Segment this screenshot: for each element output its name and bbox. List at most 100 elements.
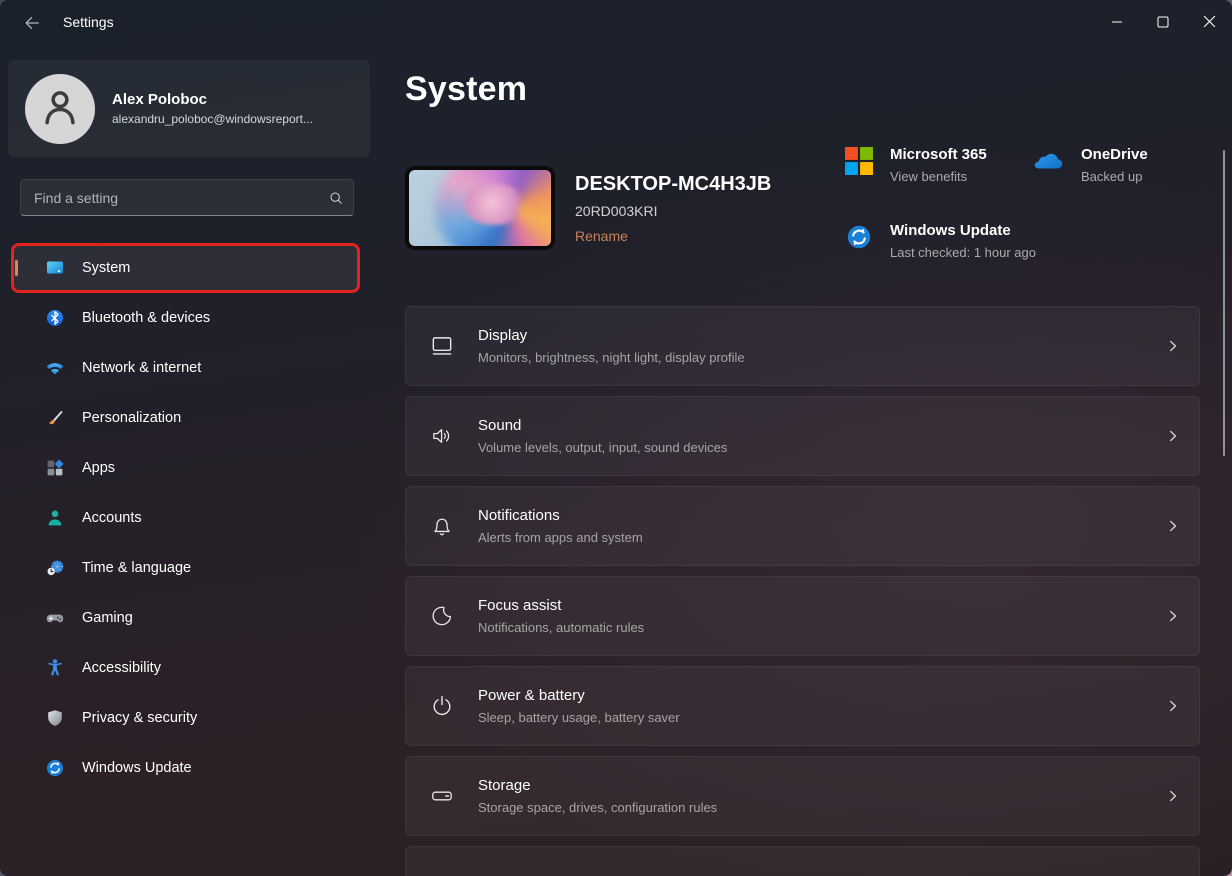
settings-row-title: Notifications [478,507,1140,524]
settings-row-subtitle: Sleep, battery usage, battery saver [478,710,1140,725]
status-card-onedrive[interactable]: OneDrive Backed up [1030,146,1148,184]
chevron-right-icon [1163,336,1183,356]
system-icon [45,258,65,278]
close-button[interactable] [1186,0,1232,48]
sidebar-item-apps[interactable]: Apps [14,446,357,490]
settings-row-title: Display [478,327,1140,344]
sidebar-item-label: Gaming [82,610,133,626]
sidebar-item-personalization[interactable]: Personalization [14,396,357,440]
sidebar-nav: System Bluetooth & devices Network & inter… [14,246,357,796]
settings-row-notifications[interactable]: Notifications Alerts from apps and system [405,486,1200,566]
device-wallpaper-thumbnail [405,166,555,250]
display-icon [429,333,455,359]
settings-row-text: StorageStorage space, drives, configurat… [478,777,1140,815]
focus-assist-icon [429,603,455,629]
settings-row-power-battery[interactable]: Power & batterySleep, battery usage, bat… [405,666,1200,746]
back-arrow-icon [22,13,42,38]
settings-row-text: SoundVolume levels, output, input, sound… [478,417,1140,455]
sidebar-item-label: Personalization [82,410,181,426]
personalization-icon [45,408,65,428]
power-icon [429,693,455,719]
settings-row-text: Notifications Alerts from apps and system [478,507,1140,545]
settings-row-focus-assist[interactable]: Focus assist Notifications, automatic rul… [405,576,1200,656]
status-text: Microsoft 365View benefits [890,146,987,184]
sidebar-item-label: Network & internet [82,360,201,376]
sound-icon [429,423,455,449]
settings-row-nearby-sharing[interactable]: Nearby sharing [405,846,1200,876]
profile-name: Alex Poloboc [112,91,313,110]
search-box [20,179,354,216]
privacy-security-icon [45,708,65,728]
sidebar-item-label: Time & language [82,560,191,576]
settings-row-text: Focus assist Notifications, automatic rul… [478,597,1140,635]
app-title: Settings [63,14,114,30]
sidebar-item-label: Privacy & security [82,710,197,726]
back-button[interactable] [14,10,50,40]
chevron-right-icon [1163,696,1183,716]
accounts-icon [45,508,65,528]
time-language-icon [45,558,65,578]
sidebar-item-privacy-security[interactable]: Privacy & security [14,696,357,740]
sidebar-item-system[interactable]: System [14,246,357,290]
gaming-icon [45,608,65,628]
device-name: DESKTOP-MC4H3JB [575,173,771,196]
settings-row-subtitle: Monitors, brightness, night light, displ… [478,350,1140,365]
network-icon [45,358,65,378]
status-subtitle: Last checked: 1 hour ago [890,245,1036,260]
settings-row-storage[interactable]: StorageStorage space, drives, configurat… [405,756,1200,836]
status-text: Windows UpdateLast checked: 1 hour ago [890,222,1036,260]
sidebar-item-bluetooth-devices[interactable]: Bluetooth & devices [14,296,357,340]
windows-update-icon [45,758,65,778]
search-icon[interactable] [319,190,353,206]
sidebar-item-label: Accounts [82,510,142,526]
person-icon [39,85,81,132]
device-info: DESKTOP-MC4H3JB 20RD003KRI Rename [575,173,771,246]
settings-row-text: Display Monitors, brightness, night light… [478,327,1140,365]
settings-row-subtitle: Notifications, automatic rules [478,620,1140,635]
sidebar-item-windows-update[interactable]: Windows Update [14,746,357,790]
page-title: System [405,70,527,109]
chevron-right-icon [1163,786,1183,806]
maximize-button[interactable] [1140,0,1186,48]
minimize-button[interactable] [1094,0,1140,48]
titlebar: Settings [0,0,1232,48]
accessibility-icon [45,658,65,678]
vertical-scrollbar[interactable] [1223,150,1225,456]
profile-card: Alex Poloboc alexandru_poloboc@windowsre… [8,60,370,157]
settings-row-display[interactable]: Display Monitors, brightness, night light… [405,306,1200,386]
window-controls [1094,0,1232,48]
sidebar-item-accounts[interactable]: Accounts [14,496,357,540]
settings-row-subtitle: Storage space, drives, configuration rul… [478,800,1140,815]
bluetooth-icon [45,308,65,328]
profile-text: Alex Poloboc alexandru_poloboc@windowsre… [112,91,313,127]
settings-row-sound[interactable]: SoundVolume levels, output, input, sound… [405,396,1200,476]
storage-icon [429,783,455,809]
device-model: 20RD003KRI [575,203,771,219]
sync-icon [845,223,873,251]
sidebar-item-time-language[interactable]: Time & language [14,546,357,590]
close-icon [1203,15,1216,33]
status-card-microsoft-365[interactable]: Microsoft 365View benefits [845,146,987,184]
status-card-windows-update[interactable]: Windows UpdateLast checked: 1 hour ago [845,222,1036,260]
notifications-icon [429,513,455,539]
search-input[interactable] [21,180,319,215]
settings-row-title: Focus assist [478,597,1140,614]
maximize-icon [1157,15,1169,33]
profile-email: alexandru_poloboc@windowsreport... [112,112,313,126]
status-text: OneDrive Backed up [1081,146,1148,184]
status-title: Microsoft 365 [890,146,987,163]
settings-row-subtitle: Alerts from apps and system [478,530,1140,545]
rename-link[interactable]: Rename [575,228,628,244]
chevron-right-icon [1163,426,1183,446]
sidebar-item-label: Apps [82,460,115,476]
sidebar-item-gaming[interactable]: Gaming [14,596,357,640]
sidebar-item-label: System [82,260,130,276]
onedrive-icon [1030,150,1064,172]
status-subtitle: Backed up [1081,169,1148,184]
avatar [25,74,95,144]
sidebar-item-label: Bluetooth & devices [82,310,210,326]
settings-window: Settings Alex Poloboc alexandru_poloboc@… [0,0,1232,876]
sidebar-item-accessibility[interactable]: Accessibility [14,646,357,690]
sidebar-item-network-internet[interactable]: Network & internet [14,346,357,390]
status-title: OneDrive [1081,146,1148,163]
